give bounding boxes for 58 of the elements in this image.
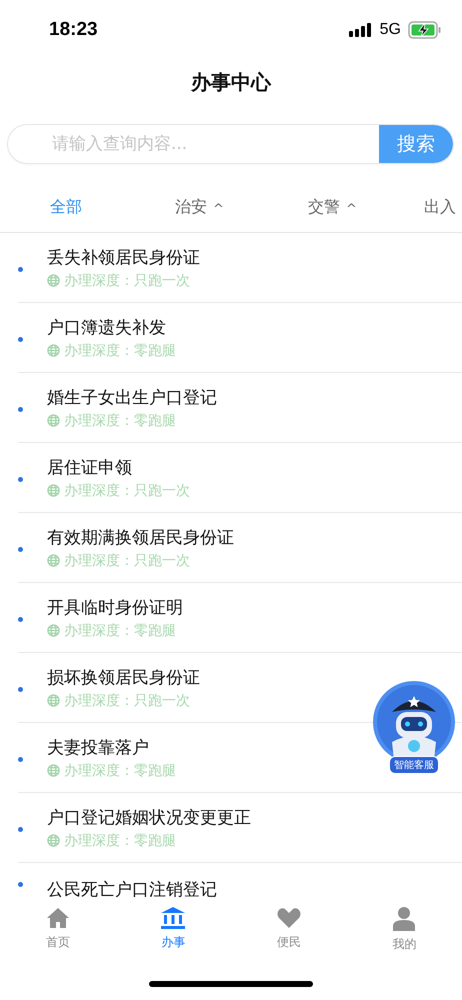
- globe-icon: [47, 624, 60, 637]
- bullet-dot: [18, 477, 23, 482]
- bullet-dot: [18, 882, 23, 887]
- bullet-dot: [18, 267, 23, 272]
- bullet-dot: [18, 547, 23, 552]
- service-title[interactable]: 损坏换领居民身份证: [47, 666, 200, 688]
- service-title[interactable]: 有效期满换领居民身份证: [47, 526, 234, 548]
- service-depth: 办理深度：零跑腿: [64, 762, 176, 780]
- service-title[interactable]: 夫妻投靠落户: [47, 736, 176, 758]
- globe-icon: [47, 274, 60, 287]
- bullet-dot: [18, 337, 23, 342]
- clock-time: 18:23: [49, 19, 98, 41]
- service-title[interactable]: 丢失补领居民身份证: [47, 246, 200, 268]
- caret-icon: ^: [213, 202, 224, 216]
- globe-icon: [47, 834, 60, 847]
- service-depth: 办理深度：零跑腿: [64, 622, 176, 640]
- service-title[interactable]: 户口登记婚姻状况变更更正: [47, 806, 251, 828]
- service-depth: 办理深度：零跑腿: [64, 342, 176, 360]
- globe-icon: [47, 764, 60, 777]
- filter-tab[interactable]: 全部: [50, 196, 175, 218]
- globe-icon: [47, 694, 60, 707]
- service-depth: 办理深度：只跑一次: [64, 272, 190, 290]
- globe-icon: [47, 344, 60, 357]
- service-title[interactable]: 户口簿遗失补发: [47, 316, 176, 338]
- service-depth: 办理深度：只跑一次: [64, 692, 190, 710]
- service-depth: 办理深度：只跑一次: [64, 482, 190, 500]
- bullet-dot: [18, 617, 23, 622]
- service-depth: 办理深度：零跑腿: [64, 832, 176, 850]
- nav-tab[interactable]: 办事: [133, 907, 214, 953]
- globe-icon: [47, 484, 60, 497]
- page-title: 办事中心: [191, 68, 271, 96]
- bullet-dot: [18, 757, 23, 762]
- filter-tab[interactable]: 出入: [424, 196, 456, 218]
- service-title[interactable]: 婚生子女出生户口登记: [47, 386, 217, 408]
- bullet-dot: [18, 407, 23, 412]
- network-type: 5G: [380, 21, 401, 39]
- service-depth: 办理深度：只跑一次: [64, 552, 190, 570]
- filter-tab[interactable]: 交警 ^: [308, 196, 424, 218]
- nav-tab[interactable]: 我的: [364, 907, 444, 953]
- globe-icon: [47, 554, 60, 567]
- service-title[interactable]: 居住证申领: [47, 456, 190, 478]
- signal-icon: [348, 23, 373, 37]
- person-icon: [393, 907, 416, 931]
- globe-icon: [47, 414, 60, 427]
- nav-tab[interactable]: 便民: [248, 907, 329, 953]
- bullet-dot: [18, 827, 23, 832]
- heart-icon: [276, 907, 301, 929]
- battery-charging-icon: [408, 21, 442, 39]
- service-depth: 办理深度：零跑腿: [64, 412, 176, 430]
- home-icon: [46, 907, 70, 929]
- service-title[interactable]: 公民死亡户口注销登记: [47, 878, 217, 901]
- bank-icon: [161, 907, 186, 929]
- nav-tab[interactable]: 首页: [18, 907, 98, 953]
- caret-icon: ^: [346, 202, 357, 216]
- filter-tab[interactable]: 治安 ^: [175, 196, 308, 218]
- bullet-dot: [18, 687, 23, 692]
- service-title[interactable]: 开具临时身份证明: [47, 596, 183, 618]
- assistant-button[interactable]: 智能客服: [372, 680, 456, 772]
